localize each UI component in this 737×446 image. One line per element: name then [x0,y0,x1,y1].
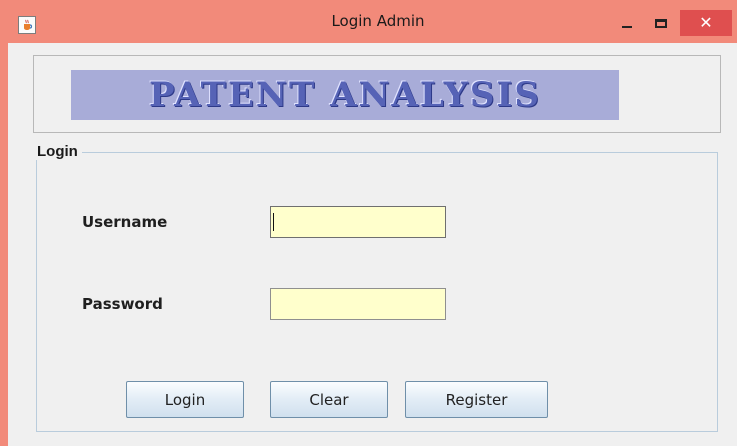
register-button[interactable]: Register [405,381,548,418]
login-panel-title: Login [35,143,82,160]
title-bar[interactable]: Login Admin ✕ [0,0,737,42]
window-content: PATENT ANALYSIS Login Username Password … [8,43,737,446]
close-icon: ✕ [699,13,713,32]
username-label: Username [82,213,168,231]
minimize-icon [622,25,632,28]
banner-title: PATENT ANALYSIS [149,75,541,115]
patent-analysis-banner: PATENT ANALYSIS [71,70,619,120]
clear-button[interactable]: Clear [270,381,388,418]
login-button[interactable]: Login [126,381,244,418]
java-cup-icon[interactable] [18,16,36,34]
username-input[interactable] [270,206,446,238]
login-panel: Login Username Password Login Clear Regi… [35,143,718,432]
minimize-button[interactable] [612,10,642,36]
maximize-button[interactable] [646,10,676,36]
close-button[interactable]: ✕ [680,10,732,36]
banner-panel: PATENT ANALYSIS [33,55,721,133]
password-input[interactable] [270,288,446,320]
maximize-icon [655,18,667,28]
login-admin-window: Login Admin ✕ PATENT ANALYSIS Login User… [0,0,737,446]
text-cursor [273,213,274,231]
window-title: Login Admin [331,12,425,30]
password-label: Password [82,295,163,313]
